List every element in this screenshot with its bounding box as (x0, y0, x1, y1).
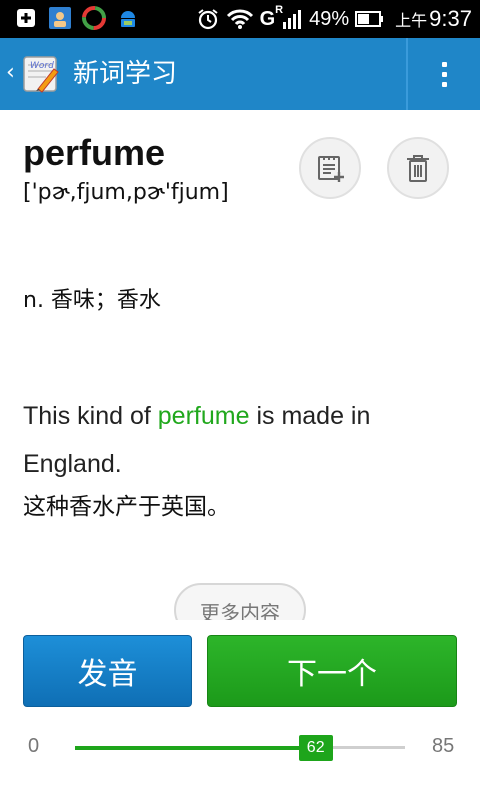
progress-fill (75, 745, 316, 750)
page-title: 新词学习 (73, 59, 178, 89)
example-sentence: This kind of perfume is made in England. (23, 392, 463, 488)
contact-card-icon (48, 6, 72, 30)
app-logo-icon[interactable]: Word (22, 53, 62, 93)
network-type: GR (259, 3, 284, 30)
add-to-notebook-icon (318, 156, 344, 182)
example-highlight: perfume (157, 402, 250, 430)
status-bar: GR 49% 上午 9:37 (0, 0, 480, 38)
progress-max-label: 85 (432, 735, 455, 757)
back-chevron-icon[interactable]: ‹ (6, 62, 15, 84)
example-before: This kind of (23, 402, 158, 430)
pronounce-button[interactable]: 发音 (23, 635, 192, 707)
example-translation: 这种香水产于英国。 (23, 494, 230, 520)
trash-icon (407, 155, 429, 182)
sync-app-icon (82, 6, 106, 30)
more-content-area: 更多内容 (0, 580, 480, 620)
battery-icon (355, 11, 384, 27)
delete-word-button[interactable] (387, 137, 449, 199)
definition-text: n. 香味；香水 (23, 288, 161, 313)
progress-track[interactable] (75, 745, 405, 750)
add-to-notebook-button[interactable] (299, 137, 361, 199)
svg-text:Word: Word (30, 61, 54, 71)
android-download-icon (116, 6, 140, 30)
more-content-button[interactable]: 更多内容 (174, 583, 306, 620)
progress-min-label: 0 (28, 735, 40, 757)
phonetic-transcription: ['pɚ,fjum,pɚ'fjum] (23, 180, 229, 205)
action-bar: ‹ Word 新词学习 (0, 38, 480, 110)
clock-time: 9:37 (429, 6, 472, 31)
time-prefix: 上午 (395, 13, 428, 30)
alarm-clock-icon (197, 9, 218, 30)
headword: perfume (23, 132, 166, 173)
roaming-indicator: R (275, 3, 284, 16)
battery-percent: 49% (309, 7, 350, 30)
signal-icon (283, 10, 302, 29)
wifi-icon (226, 9, 253, 29)
add-box-icon (14, 6, 38, 30)
next-word-button[interactable]: 下一个 (207, 635, 457, 707)
progress-thumb[interactable]: 62 (298, 735, 333, 761)
overflow-menu-icon[interactable] (408, 38, 480, 110)
